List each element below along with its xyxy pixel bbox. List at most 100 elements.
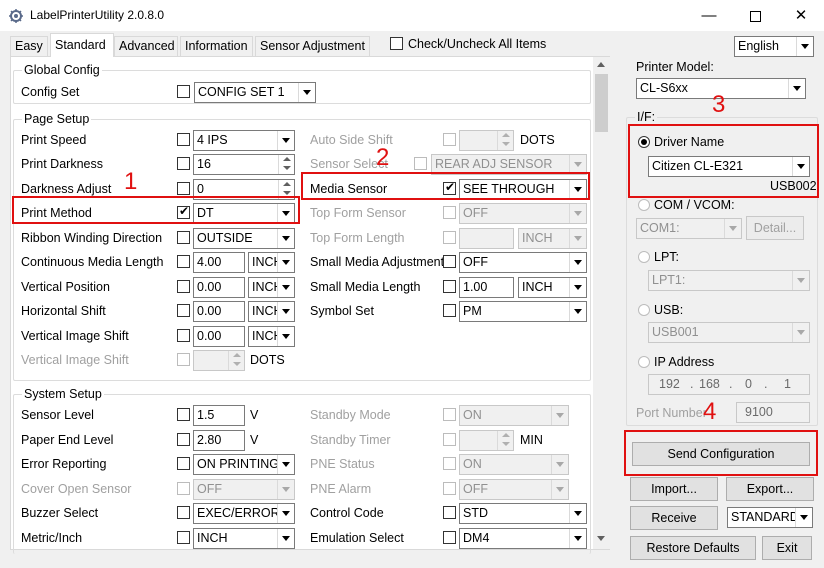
title-bar: LabelPrinterUtility 2.0.8.0 — ✕ [0,0,824,31]
vertical-position-unit-select[interactable]: INCH [248,277,295,298]
close-icon: ✕ [794,7,808,24]
annotation-number-1: 1 [124,168,138,195]
scroll-up-icon[interactable] [597,62,605,67]
tab-information[interactable]: Information [180,36,253,56]
vertical-image-shift-checkbox[interactable] [177,329,190,342]
tab-sensor-adjustment[interactable]: Sensor Adjustment [255,36,370,56]
usb-value: USB001 [652,325,699,339]
buzzer-select-checkbox[interactable] [177,506,190,519]
tab-standard[interactable]: Standard [50,33,114,57]
import-button[interactable]: Import... [630,477,718,501]
lpt-radio[interactable] [638,251,650,263]
error-reporting-value: ON PRINTING [197,457,279,471]
darkness-adjust-checkbox[interactable] [177,182,190,195]
ribbon-winding-select[interactable]: OUTSIDE [193,228,295,249]
vertical-image-shift-dots-unit: DOTS [250,353,285,367]
ribbon-winding-checkbox[interactable] [177,231,190,244]
small-media-length-label: Small Media Length [310,280,421,294]
maximize-button[interactable] [732,0,778,31]
exit-button[interactable]: Exit [762,536,812,560]
buzzer-select-select[interactable]: EXEC/ERROR [193,503,295,524]
com-radio[interactable] [638,199,650,211]
horizontal-shift-input[interactable]: 0.00 [193,301,245,322]
small-media-adjustment-select[interactable]: OFF [459,252,587,273]
scroll-down-icon[interactable] [597,536,605,541]
minimize-button[interactable]: — [686,0,732,31]
symbol-set-select[interactable]: PM [459,301,587,322]
spinner-arrows-icon[interactable] [278,155,294,174]
darkness-adjust-value: 0 [197,182,204,196]
window-title: LabelPrinterUtility 2.0.8.0 [30,8,165,22]
usb-label: USB: [654,303,684,317]
tab-easy[interactable]: Easy [10,36,48,56]
chevron-down-icon [298,83,315,102]
check-all-checkbox[interactable] [390,37,403,50]
pne-alarm-select: OFF [459,479,569,500]
error-reporting-select[interactable]: ON PRINTING [193,454,295,475]
small-media-length-checkbox[interactable] [443,280,456,293]
cover-open-sensor-checkbox [177,482,190,495]
close-button[interactable]: ✕ [778,0,824,31]
continuous-length-unit-select[interactable]: INCH [248,252,295,273]
ip-dot: . [729,377,733,391]
emulation-select-value: DM4 [463,531,490,545]
sensor-select-checkbox [414,157,427,170]
check-all-label: Check/Uncheck All Items [408,37,547,51]
continuous-length-input[interactable]: 4.00 [193,252,245,273]
vertical-image-shift-input[interactable]: 0.00 [193,326,245,347]
top-form-length-checkbox [443,231,456,244]
standby-timer-label: Standby Timer [310,433,391,447]
com-label: COM / VCOM: [654,198,735,212]
emulation-select-checkbox[interactable] [443,531,456,544]
horizontal-shift-checkbox[interactable] [177,304,190,317]
small-media-length-input[interactable]: 1.00 [459,277,514,298]
vertical-position-checkbox[interactable] [177,280,190,293]
print-darkness-checkbox[interactable] [177,157,190,170]
config-set-value: CONFIG SET 1 [198,85,285,99]
cover-open-sensor-label: Cover Open Sensor [21,482,132,496]
page-setup-group: Page Setup Print Speed 4 IPS Print Darkn… [13,112,591,381]
darkness-adjust-label: Darkness Adjust [21,182,112,196]
ip-address-radio[interactable] [638,356,650,368]
restore-defaults-button[interactable]: Restore Defaults [630,536,756,560]
print-speed-checkbox[interactable] [177,133,190,146]
small-media-length-unit-select[interactable]: INCH [518,277,587,298]
vertical-scrollbar[interactable] [593,57,610,549]
chevron-down-icon [569,253,586,272]
metric-inch-checkbox[interactable] [177,531,190,544]
sensor-level-input[interactable]: 1.5 [193,405,245,426]
paper-end-level-input[interactable]: 2.80 [193,430,245,451]
paper-end-level-checkbox[interactable] [177,433,190,446]
vertical-image-shift-unit-select[interactable]: INCH [248,326,295,347]
config-set-checkbox[interactable] [177,85,190,98]
horizontal-shift-unit-select[interactable]: INCH [248,301,295,322]
export-button[interactable]: Export... [726,477,814,501]
continuous-length-checkbox[interactable] [177,255,190,268]
usb-radio[interactable] [638,304,650,316]
receive-button[interactable]: Receive [630,506,718,530]
config-set-select[interactable]: CONFIG SET 1 [194,82,316,103]
error-reporting-checkbox[interactable] [177,457,190,470]
ribbon-winding-label: Ribbon Winding Direction [21,231,163,245]
receive-mode-select[interactable]: STANDARD [727,507,813,528]
system-setup-group: System Setup Sensor Level 1.5 V Paper En… [13,387,591,554]
control-code-checkbox[interactable] [443,506,456,519]
printer-model-label: Printer Model: [636,60,714,74]
emulation-select-select[interactable]: DM4 [459,528,587,549]
sensor-level-checkbox[interactable] [177,408,190,421]
language-select[interactable]: English [734,36,814,57]
symbol-set-label: Symbol Set [310,304,374,318]
print-speed-value: 4 IPS [197,133,228,147]
symbol-set-checkbox[interactable] [443,304,456,317]
metric-inch-select[interactable]: INCH [193,528,295,549]
print-darkness-spinner[interactable]: 16 [193,154,295,175]
chevron-down-icon [277,302,294,321]
ip-address-label: IP Address [654,355,715,369]
small-media-adjustment-checkbox[interactable] [443,255,456,268]
vertical-position-input[interactable]: 0.00 [193,277,245,298]
sensor-level-unit: V [250,408,259,422]
tab-advanced[interactable]: Advanced [114,36,178,56]
control-code-select[interactable]: STD [459,503,587,524]
print-speed-select[interactable]: 4 IPS [193,130,295,151]
scroll-thumb[interactable] [595,74,608,132]
